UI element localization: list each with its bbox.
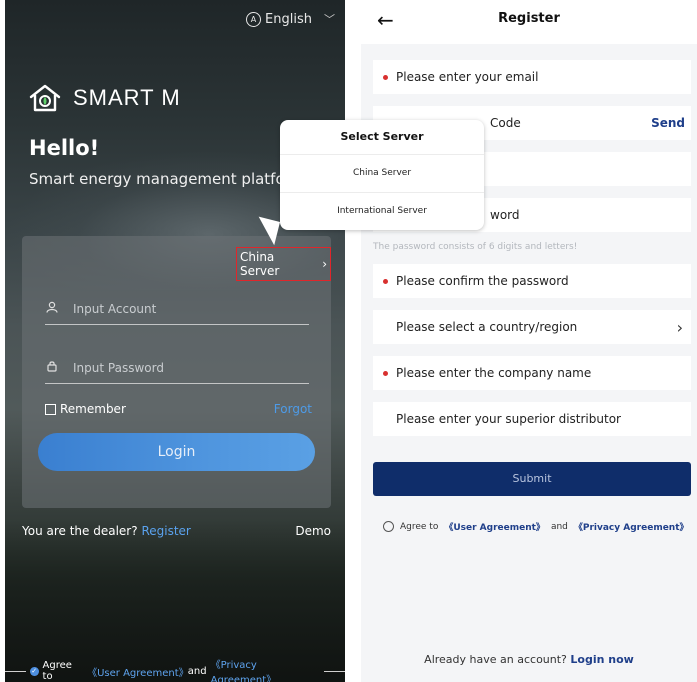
submit-button[interactable]: Submit	[373, 462, 691, 496]
and-text: and	[550, 521, 568, 532]
forgot-link[interactable]: Forgot	[274, 402, 312, 416]
chevron-right-icon: ›	[322, 257, 327, 271]
distributor-input[interactable]: Please enter your superior distributor	[396, 412, 691, 426]
divider	[324, 670, 345, 672]
register-screen: ← Register Please enter your email Code …	[361, 0, 697, 682]
email-field[interactable]: Please enter your email	[373, 60, 691, 94]
company-field[interactable]: Please enter the company name	[373, 356, 691, 390]
password-field[interactable]: Input Password	[45, 353, 309, 384]
company-input[interactable]: Please enter the company name	[396, 366, 691, 380]
remember-checkbox[interactable]: Remember	[45, 402, 126, 416]
page-title: Register	[498, 11, 560, 26]
user-agreement-link[interactable]: 《User Agreement》	[444, 520, 545, 533]
house-leaf-icon	[29, 84, 61, 112]
language-icon: A	[246, 11, 262, 27]
header: ← Register	[361, 0, 697, 44]
login-card: China Server › Input Account Input Passw…	[22, 236, 331, 508]
agreement-row: Agree to 《User Agreement》 and 《Privacy A…	[383, 520, 689, 533]
language-selector[interactable]: A English ﹀	[246, 11, 335, 27]
agreement-row: ✓ Agree to 《User Agreement》 and 《Privacy…	[5, 656, 345, 682]
divider	[280, 154, 484, 155]
user-icon	[45, 301, 59, 317]
remember-label: Remember	[60, 402, 126, 416]
and-text: and	[187, 665, 207, 677]
server-popup: Select Server China Server International…	[252, 120, 484, 246]
agree-prefix: Agree to	[42, 660, 72, 682]
agree-prefix: Agree to	[400, 521, 439, 532]
tagline: Smart energy management platform	[29, 170, 306, 188]
email-input[interactable]: Please enter your email	[396, 70, 691, 84]
register-link[interactable]: Register	[141, 524, 190, 538]
account-input[interactable]: Input Account	[73, 302, 156, 316]
login-screen: A English ﹀ SMART M Hello! Smart energy …	[5, 0, 345, 682]
hello-heading: Hello!	[29, 136, 100, 160]
have-account-text: Already have an account?	[424, 653, 567, 666]
send-code-button[interactable]: Send	[651, 116, 685, 130]
password-input[interactable]: Input Password	[73, 361, 164, 375]
server-label: China Server	[240, 250, 280, 278]
password-hint: The password consists of 6 digits and le…	[373, 242, 578, 252]
confirm-password-field[interactable]: Please confirm the password	[373, 264, 691, 298]
language-label: English	[265, 11, 312, 27]
country-select[interactable]: Please select a country/region ›	[373, 310, 691, 344]
divider	[5, 670, 26, 672]
login-prompt: Already have an account? Login now	[361, 653, 697, 666]
login-now-link[interactable]: Login now	[570, 653, 633, 666]
demo-link[interactable]: Demo	[295, 524, 331, 538]
agree-radio[interactable]	[383, 521, 394, 532]
user-agreement-link[interactable]: 《User Agreement》	[87, 664, 189, 679]
required-dot	[383, 74, 388, 80]
chevron-down-icon: ﹀	[324, 13, 335, 26]
confirm-password-input[interactable]: Please confirm the password	[396, 274, 691, 288]
country-select-label: Please select a country/region	[396, 320, 578, 334]
server-option-china[interactable]: China Server	[280, 168, 484, 178]
server-selector[interactable]: China Server ›	[236, 247, 331, 281]
logo: SMART M	[29, 84, 181, 112]
distributor-field[interactable]: Please enter your superior distributor	[373, 402, 691, 436]
required-dot	[383, 370, 388, 376]
divider	[280, 192, 484, 193]
popup-title: Select Server	[340, 130, 424, 143]
lock-icon	[45, 360, 59, 376]
dealer-row: You are the dealer? Register	[22, 524, 191, 538]
server-option-international[interactable]: International Server	[280, 206, 484, 216]
check-circle-icon[interactable]: ✓	[29, 666, 39, 676]
privacy-agreement-link[interactable]: 《Privacy Agreement》	[211, 656, 320, 682]
chevron-right-icon: ›	[676, 317, 683, 337]
privacy-agreement-link[interactable]: 《Privacy Agreement》	[574, 520, 689, 533]
login-button[interactable]: Login	[38, 433, 315, 471]
checkbox-icon	[45, 403, 56, 415]
brand-name: SMART M	[73, 85, 181, 110]
required-dot	[383, 278, 388, 284]
dealer-text: You are the dealer?	[22, 524, 138, 538]
account-field[interactable]: Input Account	[45, 294, 309, 325]
